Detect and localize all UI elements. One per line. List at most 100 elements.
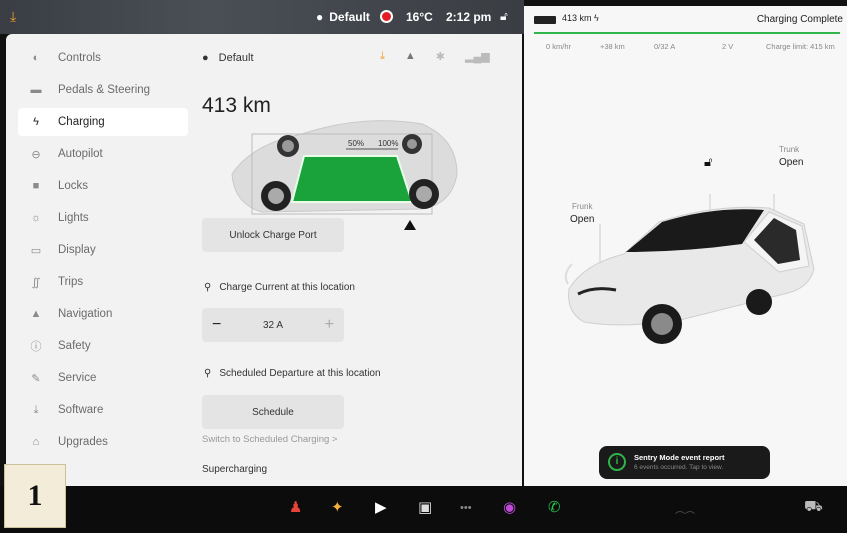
settings-panel: ◐ Controls ▬ Pedals & Steering ϟ Chargin…	[6, 34, 522, 486]
unlock-icon[interactable]: 🔓︎	[704, 154, 712, 170]
status-bar: ⤓ ● Default 16°C 2:12 pm 🔓︎	[0, 0, 524, 34]
sidebar-item-navigation[interactable]: ▲ Navigation	[18, 300, 188, 328]
charge-added: +38 km	[600, 42, 625, 51]
bluetooth-icon[interactable]: ✱	[436, 50, 445, 63]
steering-wheel-icon: ⊖	[31, 148, 41, 161]
charging-status: Charging Complete	[756, 14, 843, 25]
charge-mark-100: 100%	[378, 139, 398, 148]
switch-scheduled-charging-link[interactable]: Switch to Scheduled Charging >	[202, 434, 337, 445]
sidebar-item-service[interactable]: ✎ Service	[18, 364, 188, 392]
charge-progress-bar	[534, 32, 840, 34]
car-3d-view[interactable]	[564, 194, 834, 364]
sentry-mode-toast[interactable]: i Sentry Mode event report 6 events occu…	[599, 446, 770, 479]
toast-subtitle: 6 events occurred. Tap to view.	[634, 464, 724, 471]
sidebar-item-label: Navigation	[58, 308, 113, 320]
trunk-open-button[interactable]: Open	[779, 157, 803, 168]
more-apps-icon[interactable]: •••	[460, 502, 472, 514]
sidebar-item-trips[interactable]: ∬ Trips	[18, 268, 188, 296]
media-icon[interactable]: ◉	[503, 498, 516, 516]
joystick-icon[interactable]: ♟	[289, 498, 302, 516]
profile-line[interactable]: ● Default	[202, 52, 254, 64]
sidebar-item-pedals-steering[interactable]: ▬ Pedals & Steering	[18, 76, 188, 104]
sun-icon: ☼	[30, 212, 42, 224]
dashcam-viewer-icon[interactable]: ▣	[418, 498, 432, 516]
sidebar-item-label: Charging	[58, 116, 105, 128]
profile-name: Default	[218, 52, 254, 64]
download-icon[interactable]: ⤓	[380, 50, 385, 63]
charge-current-value: 32 A	[262, 319, 284, 331]
unlock-icon[interactable]: 🔓︎	[500, 9, 508, 24]
car-icon[interactable]: ⛟	[804, 498, 823, 517]
toggle-icon: ◐	[32, 52, 40, 64]
charging-content: ● Default ⤓ ▲ ✱ ▂▄▆ 413 km 50% 100% Unlo…	[202, 34, 522, 486]
charge-speed: 0 km/hr	[546, 42, 572, 51]
bolt-icon: ϟ	[33, 116, 39, 128]
download-icon[interactable]: ⤓	[10, 8, 16, 25]
car-icon: ▬	[30, 84, 42, 96]
bag-icon: ⌂	[32, 436, 40, 448]
charge-current-stepper[interactable]: − 32 A +	[202, 308, 344, 342]
trunk-label: Trunk	[779, 145, 800, 154]
sidebar-item-label: Upgrades	[58, 436, 108, 448]
sidebar-item-lights[interactable]: ☼ Lights	[18, 204, 188, 232]
increase-current-button[interactable]: +	[325, 316, 334, 334]
location-pin-icon: ⚲	[204, 282, 212, 293]
sidebar-item-label: Service	[58, 372, 97, 384]
climate-fan-icon[interactable]: ⌒⌒	[675, 508, 695, 523]
download-icon: ⤓	[33, 403, 39, 416]
toybox-icon[interactable]: ✦	[331, 498, 344, 516]
charge-limit: Charge limit: 415 km	[766, 42, 835, 51]
location-pin-icon: ⚲	[204, 368, 212, 379]
display-icon: ▭	[30, 244, 42, 257]
scheduled-departure-title: ⚲ Scheduled Departure at this location	[204, 368, 381, 379]
clock: 2:12 pm	[446, 10, 492, 24]
sidebar-item-label: Lights	[58, 212, 89, 224]
sidebar-item-label: Pedals & Steering	[58, 84, 151, 96]
lock-icon: ■	[32, 180, 40, 192]
trips-icon: ∬	[31, 276, 41, 289]
sidebar-item-charging[interactable]: ϟ Charging	[18, 108, 188, 136]
sidebar-item-upgrades[interactable]: ⌂ Upgrades	[18, 428, 188, 456]
battery-range: 413 km ϟ	[562, 13, 599, 23]
sidebar-item-safety[interactable]: ⓘ Safety	[18, 332, 188, 360]
info-icon: ⓘ	[30, 341, 42, 353]
charge-current-label: Charge Current at this location	[219, 282, 355, 293]
profile-button[interactable]: ● Default	[316, 10, 370, 24]
sidebar-item-locks[interactable]: ■ Locks	[18, 172, 188, 200]
charge-voltage: 2 V	[722, 42, 734, 51]
settings-sidebar: ◐ Controls ▬ Pedals & Steering ϟ Chargin…	[18, 44, 188, 460]
sidebar-item-label: Display	[58, 244, 96, 256]
sidebar-item-label: Safety	[58, 340, 91, 352]
bottom-dock: ♟ ✦ ▶ ▣ ••• ◉ ✆ ⌒⌒ ⛟	[0, 486, 847, 533]
car-charge-graphic[interactable]: 50% 100%	[222, 104, 462, 234]
person-icon: ●	[202, 52, 209, 64]
temperature: 16°C	[406, 10, 433, 24]
sidebar-item-software[interactable]: ⤓ Software	[18, 396, 188, 424]
sidebar-item-autopilot[interactable]: ⊖ Autopilot	[18, 140, 188, 168]
figure-number-badge: 1	[4, 464, 66, 528]
supercharging-heading: Supercharging	[202, 464, 268, 475]
status-icons: ⤓ ▲ ✱ ▂▄▆	[380, 50, 490, 63]
sidebar-item-display[interactable]: ▭ Display	[18, 236, 188, 264]
unlock-charge-port-button[interactable]: Unlock Charge Port	[202, 218, 344, 252]
sidebar-item-label: Software	[58, 404, 104, 416]
charge-current: 0/32 A	[654, 42, 676, 51]
tesla-screen: ⤓ ● Default 16°C 2:12 pm 🔓︎ ◐ Controls ▬…	[0, 0, 847, 533]
dashcam-record-icon[interactable]	[380, 10, 393, 23]
bell-icon[interactable]: ▲	[405, 50, 416, 63]
charge-mark-50: 50%	[348, 139, 364, 148]
sidebar-item-controls[interactable]: ◐ Controls	[18, 44, 188, 72]
sidebar-item-label: Controls	[58, 52, 101, 64]
phone-icon[interactable]: ✆	[548, 498, 561, 516]
person-icon: ●	[316, 10, 324, 24]
info-icon: i	[608, 453, 626, 471]
sidebar-item-label: Locks	[58, 180, 89, 192]
charging-header: 413 km ϟ Charging Complete	[524, 6, 847, 36]
toast-title: Sentry Mode event report	[634, 453, 725, 462]
car-status-panel: 413 km ϟ Charging Complete 0 km/hr +38 k…	[524, 6, 847, 486]
decrease-current-button[interactable]: −	[212, 316, 221, 334]
schedule-button[interactable]: Schedule	[202, 395, 344, 429]
theater-icon[interactable]: ▶	[375, 498, 387, 516]
scheduled-departure-label: Scheduled Departure at this location	[219, 368, 381, 379]
sidebar-item-label: Trips	[58, 276, 84, 288]
